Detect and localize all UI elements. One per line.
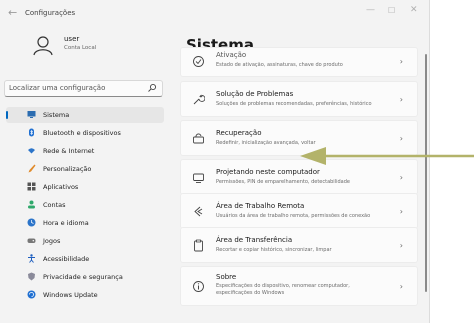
sidebar-item-bluetooth[interactable]: Bluetooth e dispositivos [6,125,164,141]
card-description: Soluções de problemas recomendadas, pref… [216,101,372,107]
gamepad-icon [27,238,36,243]
card-description: Usuários da área de trabalho remota, per… [216,213,371,219]
card-area-trabalho-remota[interactable]: Área de Trabalho Remota Usuários da área… [180,193,418,229]
search-input[interactable]: Localizar uma configuração [4,80,163,97]
sidebar-item-label: Windows Update [43,291,98,299]
person-icon [28,200,35,209]
brush-icon [28,164,36,173]
card-ativacao[interactable]: Ativação Estado de ativação, assinaturas… [180,47,418,77]
sidebar-item-label: Jogos [43,237,61,245]
recovery-icon [193,133,204,144]
annotation-arrow [300,147,474,165]
card-title: Projetando neste computador [216,168,320,176]
card-title: Ativação [216,51,247,59]
sidebar-item-label: Aplicativos [43,183,79,191]
sidebar-item-jogos[interactable]: Jogos [6,233,164,249]
sidebar-item-windows-update[interactable]: Windows Update [6,287,164,303]
back-arrow-icon[interactable]: ← [8,6,17,19]
card-title: Sobre [216,273,237,281]
chevron-right-icon: › [399,173,403,182]
monitor-icon [27,111,36,118]
card-title: Área de Trabalho Remota [216,202,305,210]
accessibility-icon [28,254,35,263]
user-avatar-icon[interactable] [32,34,54,56]
title-bar: ← Configurações — ☐ ✕ [0,0,429,26]
close-button[interactable]: ✕ [410,5,418,15]
sidebar-item-label: Hora e idioma [43,219,89,227]
user-name: user [64,35,80,43]
sidebar-item-acessibilidade[interactable]: Acessibilidade [6,251,164,267]
sidebar-item-label: Acessibilidade [43,255,90,263]
bluetooth-icon [29,128,34,137]
sidebar-item-label: Rede & Internet [43,147,95,155]
card-solucao-problemas[interactable]: Solução de Problemas Soluções de problem… [180,81,418,117]
card-title: Recuperação [216,129,262,137]
projector-icon [193,173,204,183]
card-title: Área de Transferência [216,236,293,244]
clipboard-icon [194,239,203,252]
card-description: Especificações do dispositivo, renomear … [216,283,350,296]
search-icon [148,83,157,92]
check-circle-icon [193,56,204,67]
sidebar-item-label: Privacidade e segurança [43,273,123,281]
update-icon [27,290,36,299]
sidebar-item-sistema[interactable]: Sistema [6,107,164,123]
shield-icon [28,272,35,281]
info-icon [193,281,204,292]
card-description: Permissões, PIN de emparelhamento, detec… [216,179,350,185]
sidebar-item-label: Personalização [43,165,92,173]
card-description: Recortar e copiar histórico, sincronizar… [216,247,332,253]
globe-clock-icon [27,218,36,227]
sidebar-item-hora[interactable]: Hora e idioma [6,215,164,231]
card-area-transferencia[interactable]: Área de Transferência Recortar e copiar … [180,227,418,263]
sidebar-item-personalizacao[interactable]: Personalização [6,161,164,177]
chevron-right-icon: › [399,134,403,143]
sidebar-item-label: Contas [43,201,66,209]
chevron-right-icon: › [399,57,403,66]
sidebar-item-aplicativos[interactable]: Aplicativos [6,179,164,195]
chevron-right-icon: › [399,207,403,216]
main-scrollbar[interactable] [425,54,427,292]
card-description: Estado de ativação, assinaturas, chave d… [216,62,343,68]
sidebar-item-label: Sistema [43,111,70,119]
sidebar-item-contas[interactable]: Contas [6,197,164,213]
wrench-icon [193,94,205,105]
wifi-icon [28,148,35,154]
card-sobre[interactable]: Sobre Especificações do dispositivo, ren… [180,266,418,306]
sidebar-item-rede[interactable]: Rede & Internet [6,143,164,159]
sidebar-item-label: Bluetooth e dispositivos [43,129,121,137]
account-type: Conta Local [64,45,97,51]
chevron-right-icon: › [399,95,403,104]
chevron-right-icon: › [399,241,403,250]
maximize-button[interactable]: ☐ [388,6,395,15]
window-title: Configurações [25,9,76,17]
search-placeholder: Localizar uma configuração [9,84,106,92]
minimize-button[interactable]: — [366,5,375,15]
card-title: Solução de Problemas [216,90,294,98]
active-indicator [6,111,8,119]
apps-icon [27,182,36,191]
chevron-right-icon: › [399,282,403,291]
sidebar-item-privacidade[interactable]: Privacidade e segurança [6,269,164,285]
remote-desktop-icon [194,206,203,217]
